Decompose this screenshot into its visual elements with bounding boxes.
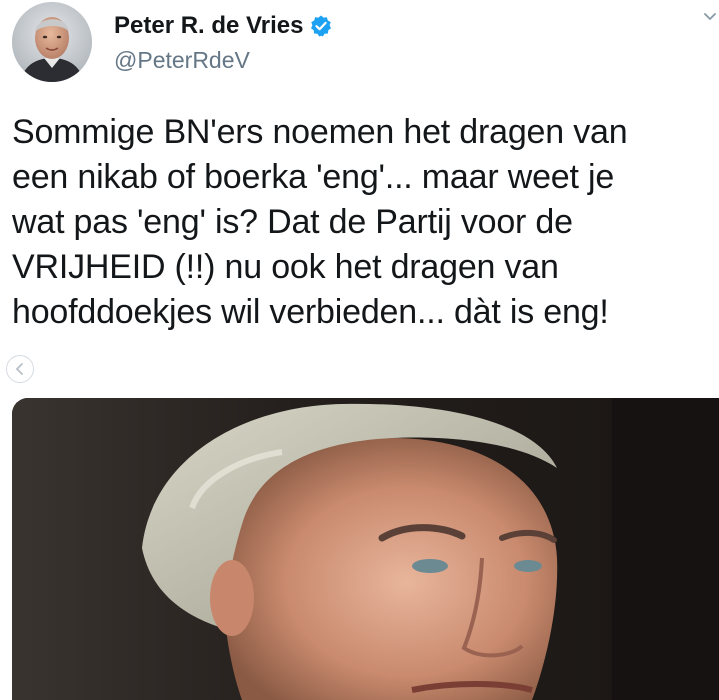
author-handle[interactable]: @PeterRdeV: [114, 46, 250, 74]
author-display-name[interactable]: Peter R. de Vries: [114, 12, 303, 40]
chevron-down-icon[interactable]: [703, 10, 717, 24]
tweet-text-line: Sommige BN'ers noemen het dragen van: [12, 113, 628, 151]
tweet-card: Peter R. de Vries @PeterRdeV Sommige BN'…: [0, 0, 719, 700]
tweet-text-line: VRIJHEID (!!) nu ook het dragen van: [12, 248, 559, 286]
profile-photo-icon: [12, 2, 92, 82]
verified-badge-icon: [309, 14, 333, 38]
tweet-text-line: hoofddoekjes wil verbieden... dàt is eng…: [12, 293, 609, 331]
photo-of-man-with-grey-hair-icon: [12, 398, 719, 700]
tweet-text-line: een nikab of boerka 'eng'... maar weet j…: [12, 158, 615, 196]
author-avatar[interactable]: [12, 2, 92, 82]
author-name-row: Peter R. de Vries: [114, 12, 333, 40]
tweet-text: Sommige BN'ers noemen het dragen van een…: [12, 110, 712, 335]
chevron-left-icon: [15, 363, 23, 375]
tweet-text-line: wat pas 'eng' is? Dat de Partij voor de: [12, 203, 573, 241]
back-button[interactable]: [6, 355, 34, 383]
tweet-media-image[interactable]: [12, 398, 719, 700]
